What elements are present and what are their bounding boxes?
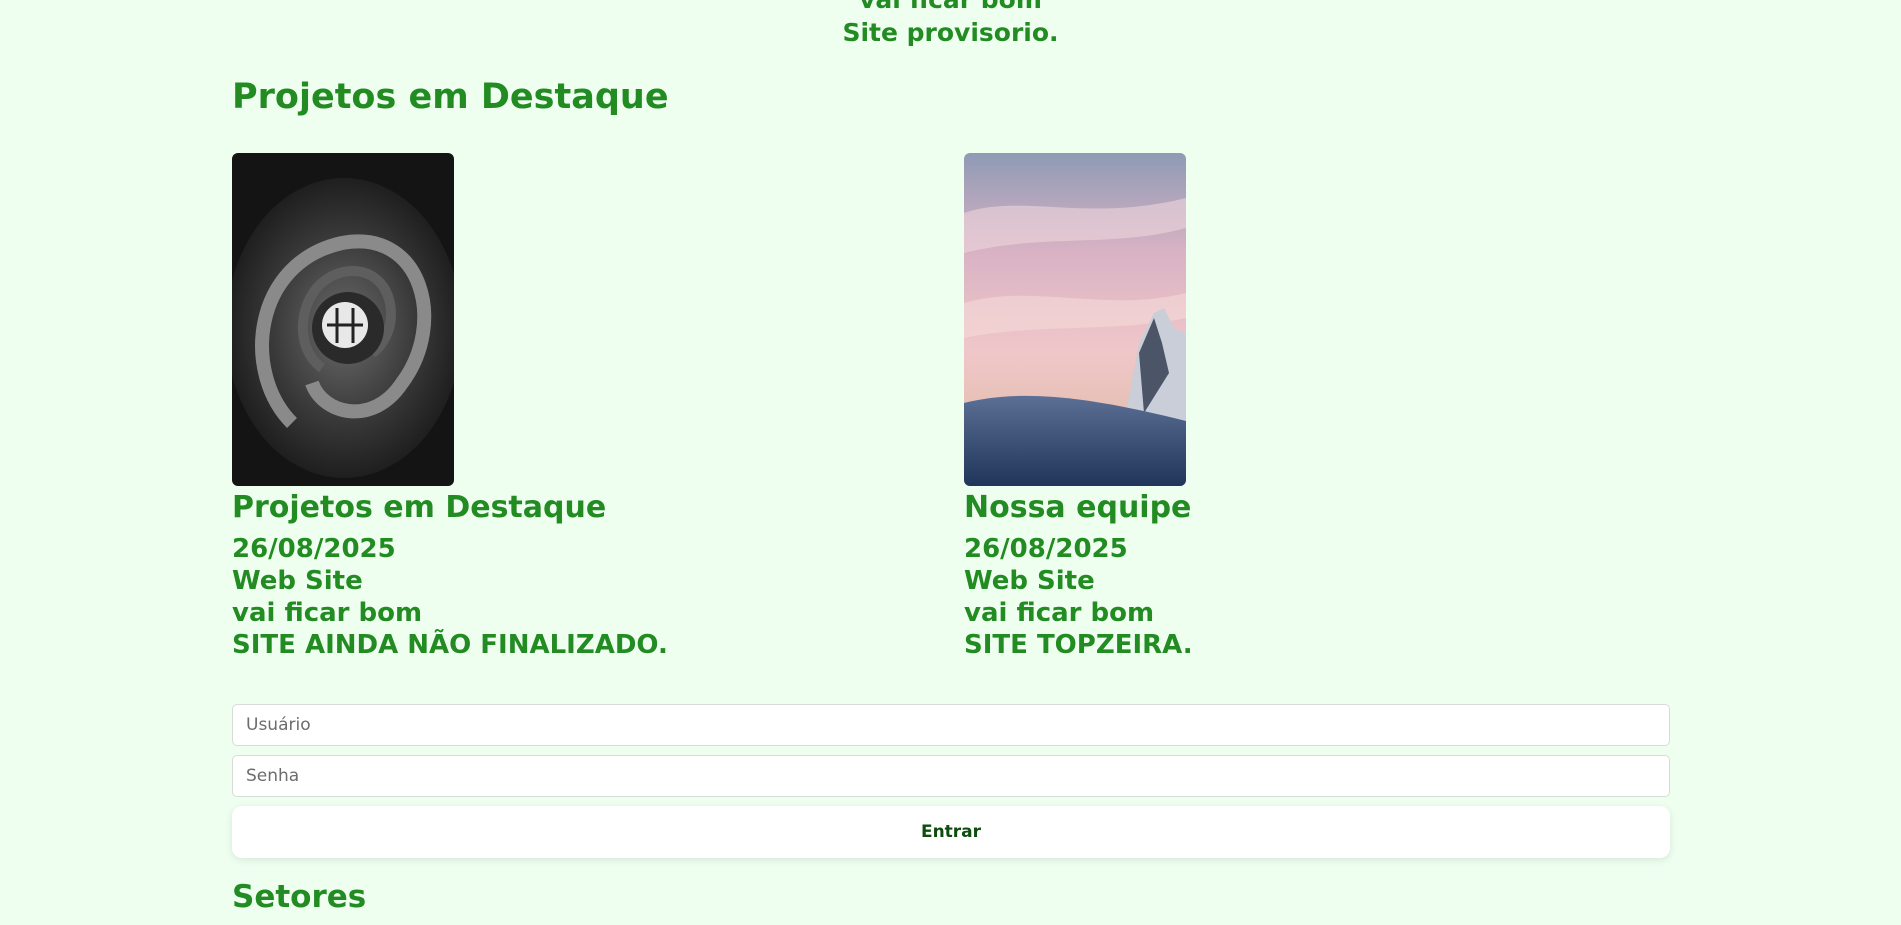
project-card-1-note: vai ficar bom: [232, 598, 423, 628]
project-card-1-date: 26/08/2025: [232, 534, 396, 564]
page: vai ficar bom Site provisorio. Projetos …: [0, 0, 1901, 925]
project-card-2-date: 26/08/2025: [964, 534, 1128, 564]
featured-projects-title: Projetos em Destaque: [232, 77, 669, 117]
login-button[interactable]: Entrar: [232, 806, 1670, 858]
project-card-1-title: Projetos em Destaque: [232, 490, 607, 525]
login-form: Entrar: [232, 704, 1670, 858]
spiral-staircase-image: [232, 153, 454, 486]
project-card-2: Nossa equipe 26/08/2025 Web Site vai fic…: [964, 153, 1614, 661]
mountain-sunset-image: [964, 153, 1186, 486]
project-card-2-category: Web Site: [964, 566, 1095, 596]
project-card-1-category: Web Site: [232, 566, 363, 596]
project-card-1: Projetos em Destaque 26/08/2025 Web Site…: [232, 153, 882, 661]
project-card-2-title: Nossa equipe: [964, 490, 1192, 525]
project-card-2-status: SITE TOPZEIRA.: [964, 630, 1193, 660]
intro-line-1: vai ficar bom: [0, 0, 1901, 16]
sectors-title: Setores: [232, 879, 367, 915]
intro-line-2: Site provisorio.: [842, 18, 1059, 47]
username-input[interactable]: [232, 704, 1670, 746]
project-card-2-note: vai ficar bom: [964, 598, 1155, 628]
project-card-1-status: SITE AINDA NÃO FINALIZADO.: [232, 630, 668, 660]
password-input[interactable]: [232, 755, 1670, 797]
